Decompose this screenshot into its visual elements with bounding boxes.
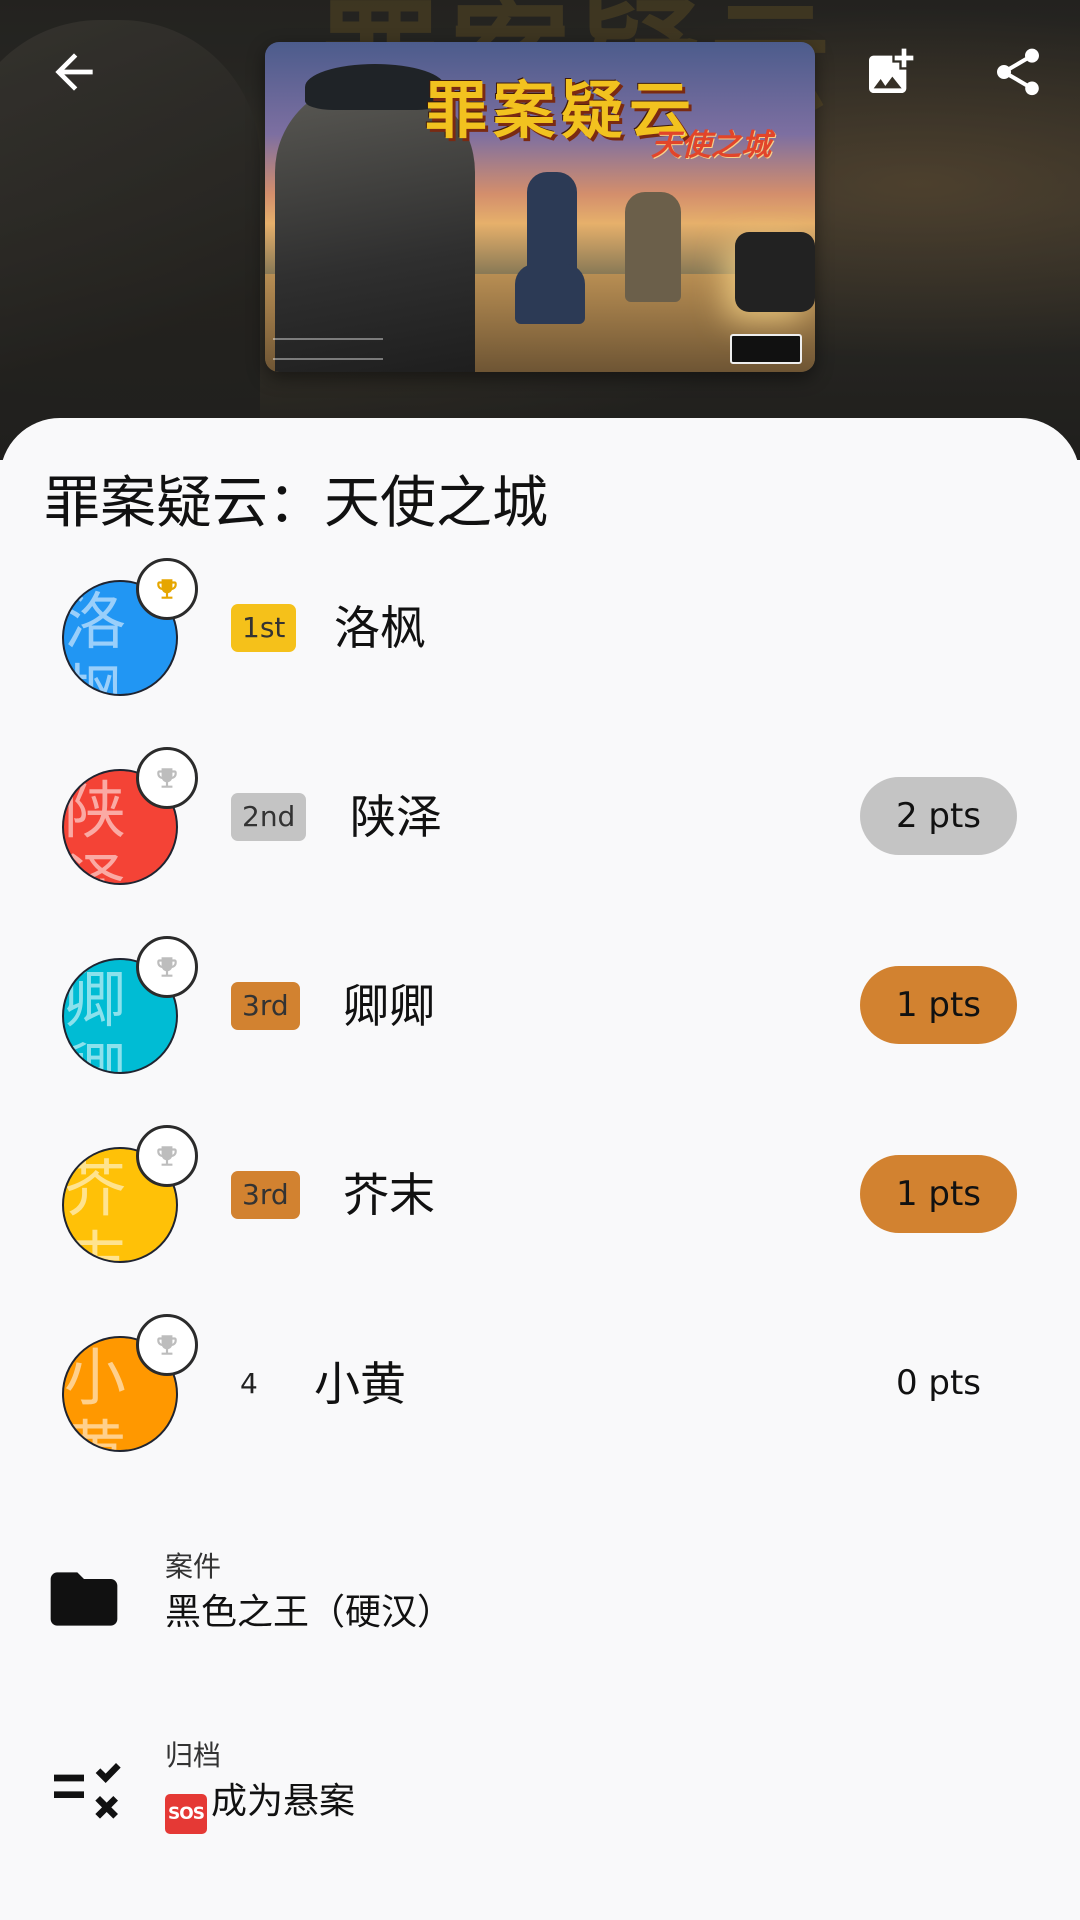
trophy-icon xyxy=(157,768,177,788)
archive-value-text: 成为悬案 xyxy=(211,1781,356,1822)
archive-value: SOS 成为悬案 xyxy=(165,1772,355,1834)
share-icon xyxy=(997,48,1039,96)
cover-hat xyxy=(305,64,445,110)
player-row[interactable]: 陕 泽 2nd 陕泽 2 pts xyxy=(0,747,1080,946)
player-row[interactable]: 卿 卿 3rd 卿卿 1 pts xyxy=(0,936,1080,1135)
game-title: 罪案疑云：天使之城 xyxy=(44,471,548,536)
rank-badge: 3rd xyxy=(231,982,300,1030)
case-value: 黑色之王（硬汉） xyxy=(165,1592,454,1633)
rank-badge: 3rd xyxy=(231,1171,300,1219)
player-name: 洛枫 xyxy=(334,601,426,655)
player-row[interactable]: 芥 末 3rd 芥末 1 pts xyxy=(0,1125,1080,1324)
cover-figure xyxy=(515,264,585,324)
cover-credits xyxy=(273,338,383,360)
trophy-badge xyxy=(136,936,198,998)
trophy-icon xyxy=(157,1335,177,1355)
trophy-badge xyxy=(136,1125,198,1187)
points-badge: 0 pts xyxy=(895,1363,982,1403)
hero-banner: 罪案疑云 罪案疑云 天使之城 xyxy=(0,0,1080,460)
rank-badge: 4 xyxy=(240,1367,258,1400)
add-photo-button[interactable] xyxy=(846,28,934,116)
sos-badge: SOS xyxy=(165,1794,207,1834)
cover-figure xyxy=(625,192,681,302)
player-name: 芥末 xyxy=(343,1168,435,1222)
share-button[interactable] xyxy=(974,28,1062,116)
trophy-icon xyxy=(157,957,177,977)
archive-row[interactable]: 归档 SOS 成为悬案 xyxy=(0,1734,1080,1854)
arrow-back-icon xyxy=(55,53,93,91)
points-badge: 1 pts xyxy=(860,966,1017,1044)
player-name: 卿卿 xyxy=(343,979,435,1033)
case-row[interactable]: 案件 黑色之王（硬汉） xyxy=(0,1545,1080,1665)
rank-badge: 1st xyxy=(231,604,297,652)
player-row[interactable]: 洛 枫 1st 洛枫 xyxy=(0,558,1080,757)
back-button[interactable] xyxy=(30,28,118,116)
checklist-icon xyxy=(54,1763,121,1819)
trophy-badge xyxy=(136,558,198,620)
cover-subtitle: 天使之城 xyxy=(651,128,771,163)
points-badge: 1 pts xyxy=(860,1155,1017,1233)
points-badge: 2 pts xyxy=(860,777,1017,855)
folder-icon xyxy=(50,1572,118,1626)
player-name: 小黄 xyxy=(314,1357,406,1411)
cover-car xyxy=(735,232,815,312)
game-cover-image[interactable]: 罪案疑云 天使之城 xyxy=(265,42,815,372)
archive-label: 归档 xyxy=(165,1739,222,1772)
publisher-logo xyxy=(730,334,802,364)
player-name: 陕泽 xyxy=(350,790,442,844)
player-row[interactable]: 小 黄 4 小黄 0 pts xyxy=(0,1314,1080,1513)
trophy-icon xyxy=(157,1146,177,1166)
case-label: 案件 xyxy=(165,1550,222,1583)
rank-badge: 2nd xyxy=(231,793,307,841)
trophy-badge xyxy=(136,1314,198,1376)
details-sheet: 罪案疑云：天使之城 洛 枫 1st 洛枫陕 泽 2nd 陕泽 2 pts 卿 卿 3rd 卿卿 1… xyxy=(0,418,1080,1920)
add-photo-icon xyxy=(869,48,914,93)
trophy-badge xyxy=(136,747,198,809)
trophy-icon xyxy=(157,579,177,599)
